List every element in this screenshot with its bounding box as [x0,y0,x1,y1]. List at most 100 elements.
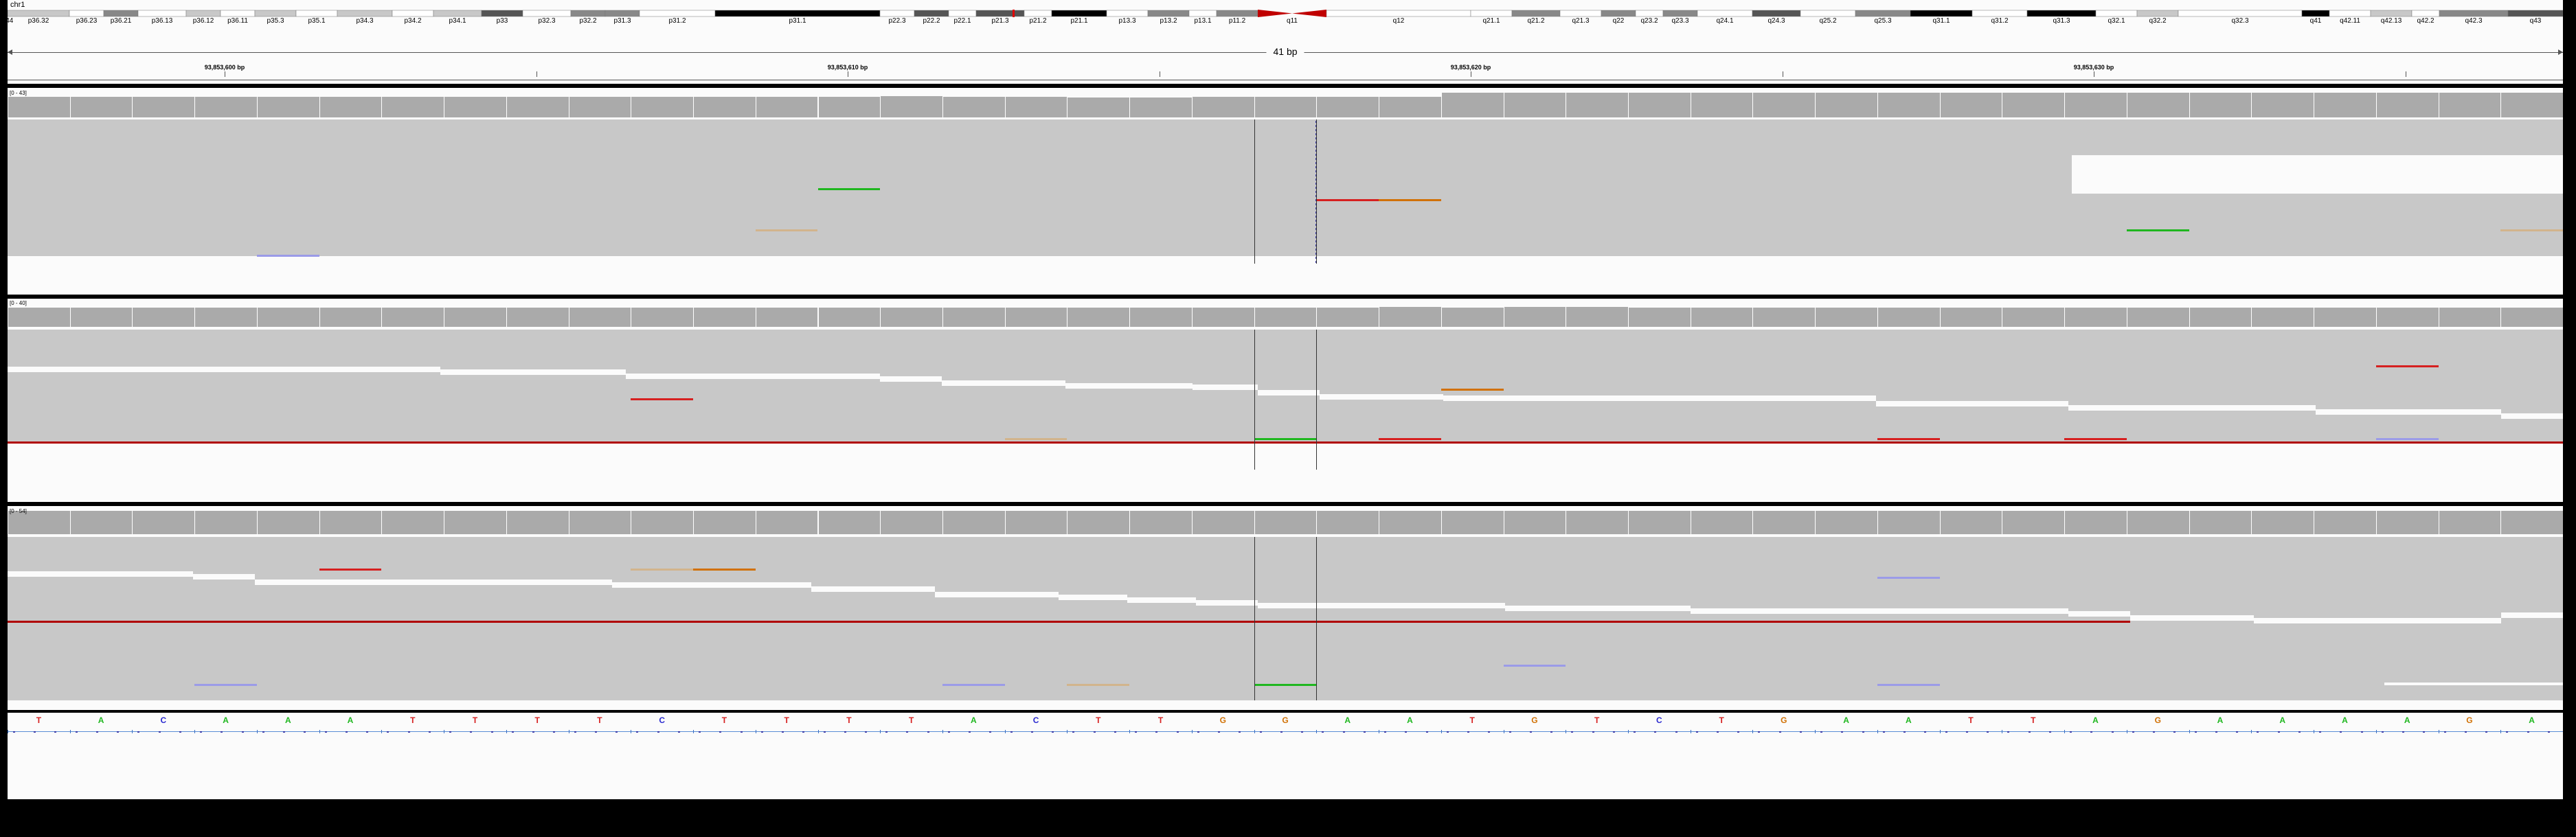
coverage-bar[interactable] [2438,308,2501,327]
mismatch-base[interactable] [256,255,319,257]
coverage-bar[interactable] [506,308,569,327]
coverage-bar[interactable] [2314,511,2376,534]
coverage-bar[interactable] [256,511,319,534]
reference-base[interactable]: T [722,715,727,725]
read-alignment[interactable] [8,119,2072,256]
coverage-bar[interactable] [1129,308,1192,327]
coverage-bar[interactable] [381,308,444,327]
coverage-bar[interactable] [1254,511,1317,534]
reference-base[interactable]: T [846,715,851,725]
coverage-bar[interactable] [1877,511,1940,534]
coverage-bar[interactable] [1379,97,1441,117]
coverage-bar[interactable] [2375,93,2439,117]
reference-base[interactable]: C [160,715,166,725]
coverage-bar[interactable] [1067,98,1130,117]
reference-base[interactable]: T [36,715,41,725]
mismatch-base[interactable] [2126,229,2189,231]
coverage-bar[interactable] [1129,511,1192,534]
coverage-bar[interactable] [817,97,881,117]
mismatch-base[interactable] [1877,577,1940,579]
mismatch-base[interactable] [2064,438,2127,440]
coverage-bar[interactable] [1752,93,1816,117]
coverage-bar[interactable] [1254,97,1317,117]
coverage-track[interactable] [8,90,2563,117]
reference-base[interactable]: A [98,715,104,725]
discordant-read[interactable] [8,621,2130,623]
coverage-bar[interactable] [631,308,694,327]
coverage-bar[interactable] [1004,97,1067,117]
coverage-bar[interactable] [2314,308,2376,327]
coverage-bar[interactable] [2064,511,2127,534]
gene-track[interactable] [8,737,2563,799]
coverage-bar[interactable] [1191,97,1254,117]
reference-base[interactable]: T [909,715,914,725]
coverage-bar[interactable] [2002,511,2065,534]
coverage-bar[interactable] [1877,93,1940,117]
coverage-bar[interactable] [2500,93,2563,117]
reference-base[interactable]: A [2529,715,2535,725]
coverage-bar[interactable] [1939,308,2002,327]
mismatch-base[interactable] [631,569,694,571]
coverage-bar[interactable] [1939,93,2002,117]
mismatch-base[interactable] [2375,438,2439,440]
coverage-bar[interactable] [568,97,631,117]
alignment-track[interactable] [8,330,2563,505]
reference-base[interactable]: G [1531,715,1537,725]
coverage-bar[interactable] [2189,511,2252,534]
chromosome-ideogram[interactable] [8,10,2563,17]
coverage-bar[interactable] [568,308,631,327]
coverage-bar[interactable] [2126,511,2189,534]
coverage-bar[interactable] [568,511,631,534]
coverage-bar[interactable] [69,511,133,534]
coverage-bar[interactable] [2189,93,2252,117]
coverage-bar[interactable] [631,97,694,117]
coverage-bar[interactable] [381,511,444,534]
coverage-bar[interactable] [506,97,569,117]
mismatch-base[interactable] [1004,438,1067,440]
coverage-bar[interactable] [1503,307,1566,327]
reference-base[interactable]: A [1843,715,1849,725]
coverage-bar[interactable] [194,308,257,327]
reference-base[interactable]: G [1282,715,1288,725]
coverage-bar[interactable] [693,97,756,117]
mismatch-base[interactable] [755,229,818,231]
coverage-bar[interactable] [1067,308,1130,327]
coverage-bar[interactable] [1316,97,1379,117]
coverage-bar[interactable] [2500,511,2563,534]
coverage-bar[interactable] [817,511,881,534]
coverage-bar[interactable] [880,511,942,534]
coverage-bar[interactable] [8,511,70,534]
reference-base[interactable]: T [535,715,540,725]
coverage-bar[interactable] [256,97,319,117]
coverage-bar[interactable] [1379,511,1441,534]
coverage-bar[interactable] [1440,511,1504,534]
reference-base[interactable]: A [2404,715,2410,725]
reference-base[interactable]: G [2155,715,2161,725]
mismatch-base[interactable] [1254,438,1317,440]
reference-base[interactable]: T [1470,715,1475,725]
reference-base[interactable]: A [348,715,354,725]
coverage-bar[interactable] [2314,93,2376,117]
coverage-bar[interactable] [880,308,942,327]
reference-base[interactable]: T [1594,715,1599,725]
reference-base[interactable]: T [1158,715,1163,725]
reference-base[interactable]: T [473,715,477,725]
mismatch-base[interactable] [2500,229,2563,231]
reference-base[interactable]: T [410,715,415,725]
alignment-track[interactable] [8,537,2563,709]
coverage-bar[interactable] [942,97,1005,117]
coverage-bar[interactable] [693,511,756,534]
mismatch-base[interactable] [693,569,756,571]
coverage-bar[interactable] [1566,511,1628,534]
coverage-bar[interactable] [1379,307,1441,327]
mismatch-base[interactable] [2375,365,2439,367]
coverage-bar[interactable] [2064,308,2127,327]
chromosome-name[interactable]: chr1 [10,1,25,9]
coverage-bar[interactable] [755,308,818,327]
coverage-bar[interactable] [132,97,195,117]
reference-sequence-track[interactable]: TACAAATTTTCTTTTACTTGGAATGTCTGAATTAGAAAAG… [8,714,2563,737]
coverage-bar[interactable] [8,308,70,327]
reference-base[interactable]: G [2466,715,2472,725]
reference-base[interactable]: A [2279,715,2285,725]
mismatch-base[interactable] [942,684,1005,686]
